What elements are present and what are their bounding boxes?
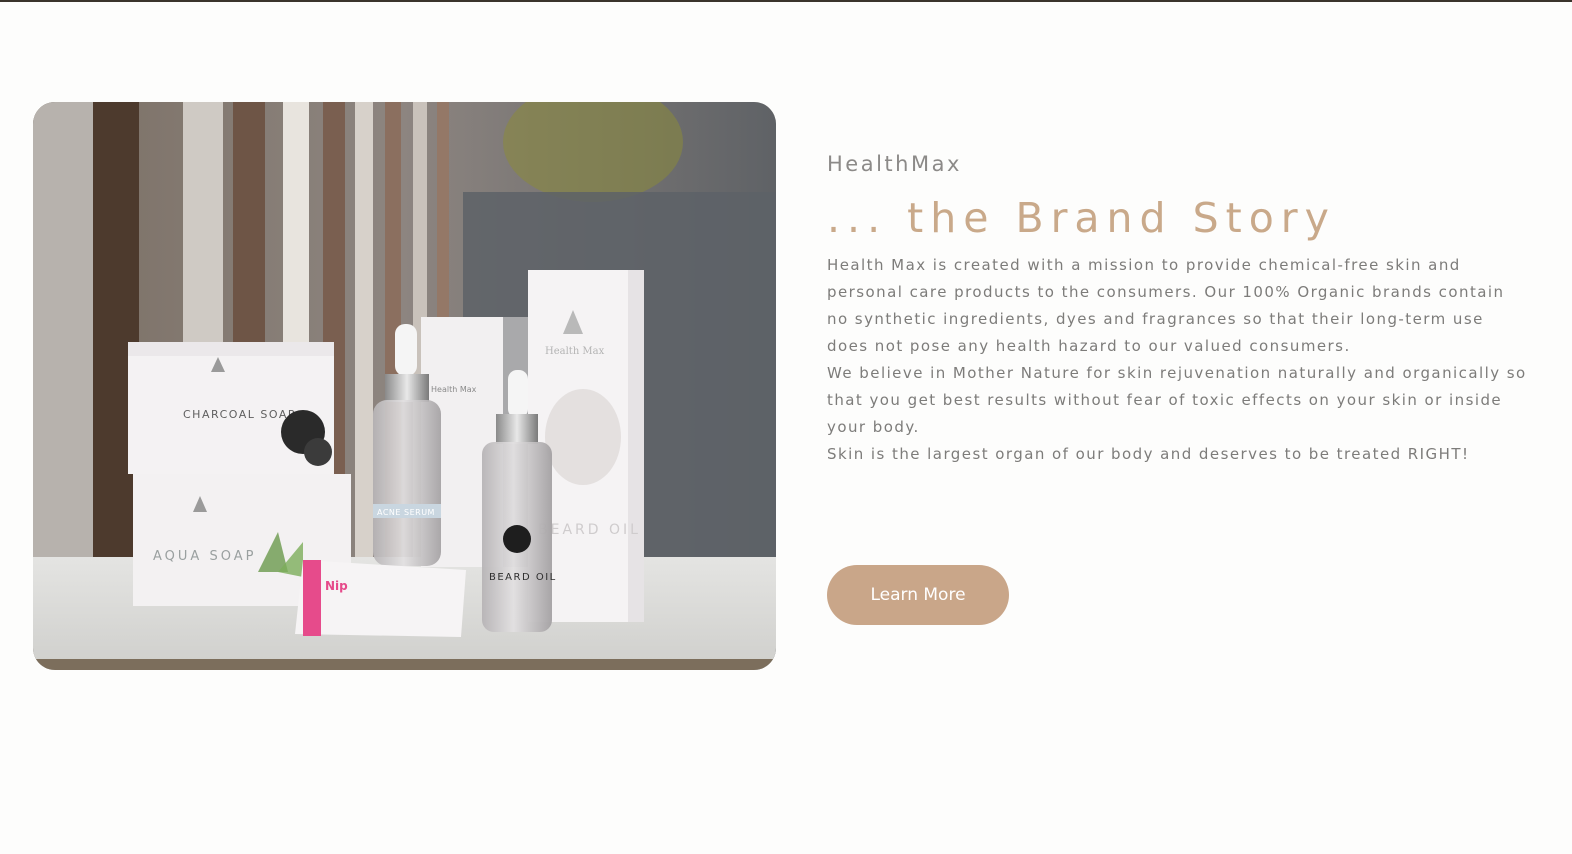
nip-tube: Nip xyxy=(295,560,466,637)
story-paragraph-mission: Health Max is created with a mission to … xyxy=(827,256,1505,355)
brand-story-body: Health Max is created with a mission to … xyxy=(827,252,1527,468)
learn-more-button[interactable]: Learn More xyxy=(827,565,1009,625)
beard-oil-box-label: BEARD OIL xyxy=(538,522,641,538)
brand-story-headline: ... the Brand Story xyxy=(827,194,1336,242)
charcoal-soap-label: CHARCOAL SOAP xyxy=(183,408,296,421)
nip-tube-label: Nip xyxy=(325,579,348,593)
brand-eyebrow: HealthMax xyxy=(827,152,962,176)
story-paragraph-nature: We believe in Mother Nature for skin rej… xyxy=(827,364,1527,436)
story-paragraph-skin: Skin is the largest organ of our body an… xyxy=(827,445,1470,463)
aqua-soap-label: AQUA SOAP xyxy=(153,549,256,564)
acne-serum-label: ACNE SERUM xyxy=(377,508,435,517)
beard-oil-box-brand: Health Max xyxy=(545,346,605,357)
brand-story-section: HealthMax ... the Brand Story Health Max… xyxy=(827,150,1527,468)
beard-oil-bottle-label: BEARD OIL xyxy=(489,572,557,583)
top-divider xyxy=(0,0,1572,2)
product-photo: CHARCOAL SOAP AQUA SOAP Health Max Healt… xyxy=(33,102,776,670)
charcoal-soap-box: CHARCOAL SOAP xyxy=(128,342,334,474)
acne-serum-box-brand: Health Max xyxy=(431,385,477,394)
